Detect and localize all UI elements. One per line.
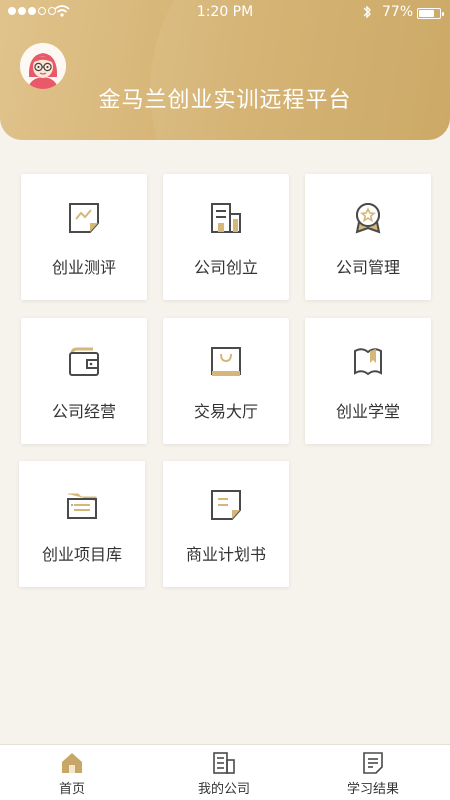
- tile-project-library[interactable]: 创业项目库: [19, 461, 145, 587]
- award-badge-icon: [355, 203, 381, 234]
- header: 1:20 PM 77% 金马兰创业实训远程平台: [0, 0, 450, 140]
- tile-startup-academy[interactable]: 创业学堂: [305, 318, 431, 444]
- tile-label: 交易大厅: [193, 402, 258, 421]
- shopping-bag-icon: [211, 347, 241, 376]
- chart-document-icon: [69, 203, 99, 233]
- open-book-icon: [354, 348, 382, 376]
- company-icon: [213, 752, 235, 774]
- tile-label: 公司经营: [51, 402, 116, 421]
- home-icon: [62, 753, 82, 773]
- wallet-icon: [69, 347, 99, 376]
- tile-company-management[interactable]: 公司管理: [305, 174, 431, 300]
- document-icon: [211, 490, 241, 520]
- tab-learning-results[interactable]: 学习结果: [298, 745, 448, 800]
- tile-company-founding[interactable]: 公司创立: [163, 174, 289, 300]
- tile-business-plan[interactable]: 商业计划书: [163, 461, 289, 587]
- tile-startup-assessment[interactable]: 创业测评: [21, 174, 147, 300]
- tile-label: 创业项目库: [41, 545, 122, 564]
- tab-my-company[interactable]: 我的公司: [149, 745, 299, 800]
- folder-icon: [67, 493, 97, 519]
- tab-label: 学习结果: [346, 782, 399, 797]
- battery-icon: [417, 8, 444, 19]
- tab-label: 首页: [58, 782, 85, 797]
- tile-label: 创业学堂: [335, 402, 400, 421]
- page-title: 金马兰创业实训远程平台: [98, 88, 352, 113]
- status-bar: 1:20 PM 77%: [0, 0, 450, 26]
- building-icon: [211, 203, 241, 233]
- tab-label: 我的公司: [197, 782, 250, 797]
- bottom-tab-bar: 首页 我的公司 学习结果: [0, 744, 450, 800]
- tile-label: 公司创立: [193, 258, 258, 277]
- tile-label: 商业计划书: [185, 545, 266, 564]
- tile-trading-hall[interactable]: 交易大厅: [163, 318, 289, 444]
- tile-label: 创业测评: [51, 258, 116, 277]
- tile-label: 公司管理: [335, 258, 400, 277]
- result-document-icon: [363, 752, 383, 774]
- battery-fill: [419, 10, 434, 17]
- tab-home[interactable]: 首页: [0, 745, 147, 800]
- tile-company-operation[interactable]: 公司经营: [21, 318, 147, 444]
- bluetooth-icon: [363, 5, 371, 19]
- battery-percent: 77%: [382, 4, 414, 20]
